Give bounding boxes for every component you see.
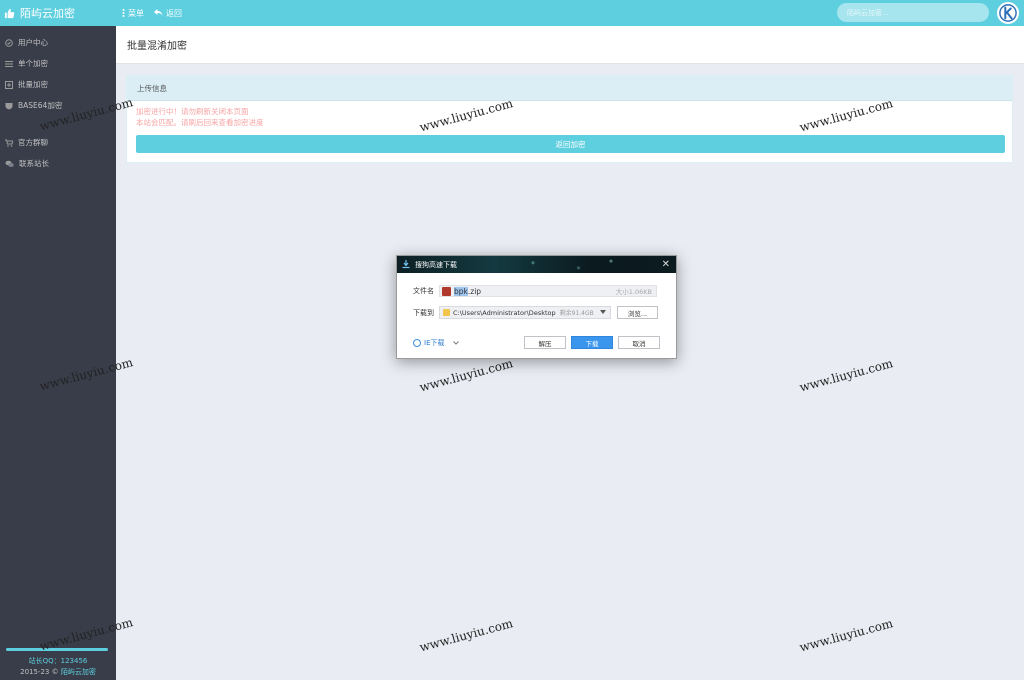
ie-download-link[interactable]: IE下载 xyxy=(413,338,459,348)
vertical-dots-icon xyxy=(122,9,125,17)
download-dialog: 搜狗高速下载 ✕ 文件名 bpk.zip 大小1.06KB 下载到 C:\Use… xyxy=(396,255,677,359)
back-to-encrypt-button[interactable]: 返回加密 xyxy=(136,135,1005,153)
save-path: C:\Users\Administrator\Desktop xyxy=(453,308,556,317)
top-bar: 陌屿云加密 菜单 返回 xyxy=(0,0,1024,26)
watermark: www.liuyiu.com xyxy=(418,616,515,655)
dialog-title-bar[interactable]: 搜狗高速下载 ✕ xyxy=(397,256,676,273)
chevron-down-icon xyxy=(600,310,606,314)
thumbs-up-icon xyxy=(4,8,15,19)
back-label: 返回 xyxy=(166,8,182,18)
copyright: 2015-23 © 陌屿云加密 xyxy=(0,667,116,678)
sidebar-item-label: BASE64加密 xyxy=(18,101,63,110)
ie-download-label: IE下载 xyxy=(424,339,445,347)
extract-button[interactable]: 解压 xyxy=(524,336,566,349)
chevron-down-icon xyxy=(452,341,459,345)
sidebar-item-label: 批量加密 xyxy=(18,80,48,89)
shield-icon xyxy=(5,102,13,109)
filename-row: 文件名 bpk.zip 大小1.06KB xyxy=(413,285,657,297)
filename-field[interactable]: bpk.zip 大小1.06KB xyxy=(439,285,657,297)
cancel-button[interactable]: 取消 xyxy=(618,336,660,349)
menu-label: 菜单 xyxy=(128,8,144,18)
download-button[interactable]: 下载 xyxy=(571,336,613,349)
sidebar-item-label: 单个加密 xyxy=(18,59,48,68)
filename-label: 文件名 xyxy=(413,287,434,295)
save-to-row: 下载到 C:\Users\Administrator\Desktop 剩余91.… xyxy=(413,306,658,319)
list-icon xyxy=(5,60,13,67)
sidebar-item-label: 官方群聊 xyxy=(18,138,48,147)
back-link[interactable]: 返回 xyxy=(154,8,182,19)
page-title: 批量混淆加密 xyxy=(116,26,1024,64)
folder-icon xyxy=(443,309,450,316)
save-path-select[interactable]: C:\Users\Administrator\Desktop 剩余91.4GB xyxy=(439,306,611,319)
sidebar-item-label: 用户中心 xyxy=(18,38,48,47)
warning-line-2: 本站会匹配。请刷后回来查看加密进度 xyxy=(136,117,264,127)
admin-qq: 站长QQ：123456 xyxy=(28,657,88,665)
search-input[interactable] xyxy=(837,3,989,22)
avatar[interactable] xyxy=(997,2,1019,24)
download-icon xyxy=(402,260,410,269)
filename-selected: bpk xyxy=(454,286,468,296)
filename-extension: .zip xyxy=(467,286,482,296)
sidebar-item-user-center[interactable]: 用户中心 xyxy=(0,32,116,53)
page-title-text: 批量混淆加密 xyxy=(127,41,187,52)
watermark: www.liuyiu.com xyxy=(798,616,895,655)
sidebar-item-label: 联系站长 xyxy=(19,159,49,168)
sidebar-item-batch-encrypt[interactable]: 批量加密 xyxy=(0,74,116,95)
panel-header: 上传信息 xyxy=(127,76,1012,101)
browse-button[interactable]: 浏览... xyxy=(617,306,658,319)
save-to-label: 下载到 xyxy=(413,308,434,317)
watermark: www.liuyiu.com xyxy=(798,356,895,395)
file-size: 大小1.06KB xyxy=(615,288,652,296)
upload-info-panel: 上传信息 加密进行中！请勿刷新关闭本页面 本站会匹配。请刷后回来查看加密进度 返… xyxy=(126,75,1013,163)
watermark: www.liuyiu.com xyxy=(418,356,515,395)
ie-icon xyxy=(413,339,421,347)
zip-file-icon xyxy=(442,286,451,296)
close-icon[interactable]: ✕ xyxy=(662,258,670,271)
user-circle-icon xyxy=(5,38,13,47)
panel-title: 上传信息 xyxy=(137,83,167,93)
reply-icon xyxy=(154,9,163,16)
copyright-prefix: 2015-23 © xyxy=(20,668,61,676)
brand[interactable]: 陌屿云加密 xyxy=(0,0,116,26)
toolbar: 菜单 返回 xyxy=(122,0,192,26)
sidebar-item-official-group[interactable]: 官方群聊 xyxy=(0,132,116,153)
cart-icon xyxy=(5,139,13,147)
sidebar-item-single-encrypt[interactable]: 单个加密 xyxy=(0,53,116,74)
chat-icon xyxy=(5,160,14,167)
brand-title: 陌屿云加密 xyxy=(20,7,75,20)
k-logo-icon xyxy=(999,4,1017,22)
dialog-title: 搜狗高速下载 xyxy=(415,260,457,269)
copyright-brand[interactable]: 陌屿云加密 xyxy=(61,668,96,676)
free-space: 剩余91.4GB xyxy=(559,310,594,317)
plus-square-icon xyxy=(5,80,13,89)
menu-button[interactable]: 菜单 xyxy=(122,8,144,19)
sidebar-item-contact-admin[interactable]: 联系站长 xyxy=(0,153,116,174)
sidebar-footer: 站长QQ：123456 2015-23 © 陌屿云加密 xyxy=(0,656,116,678)
